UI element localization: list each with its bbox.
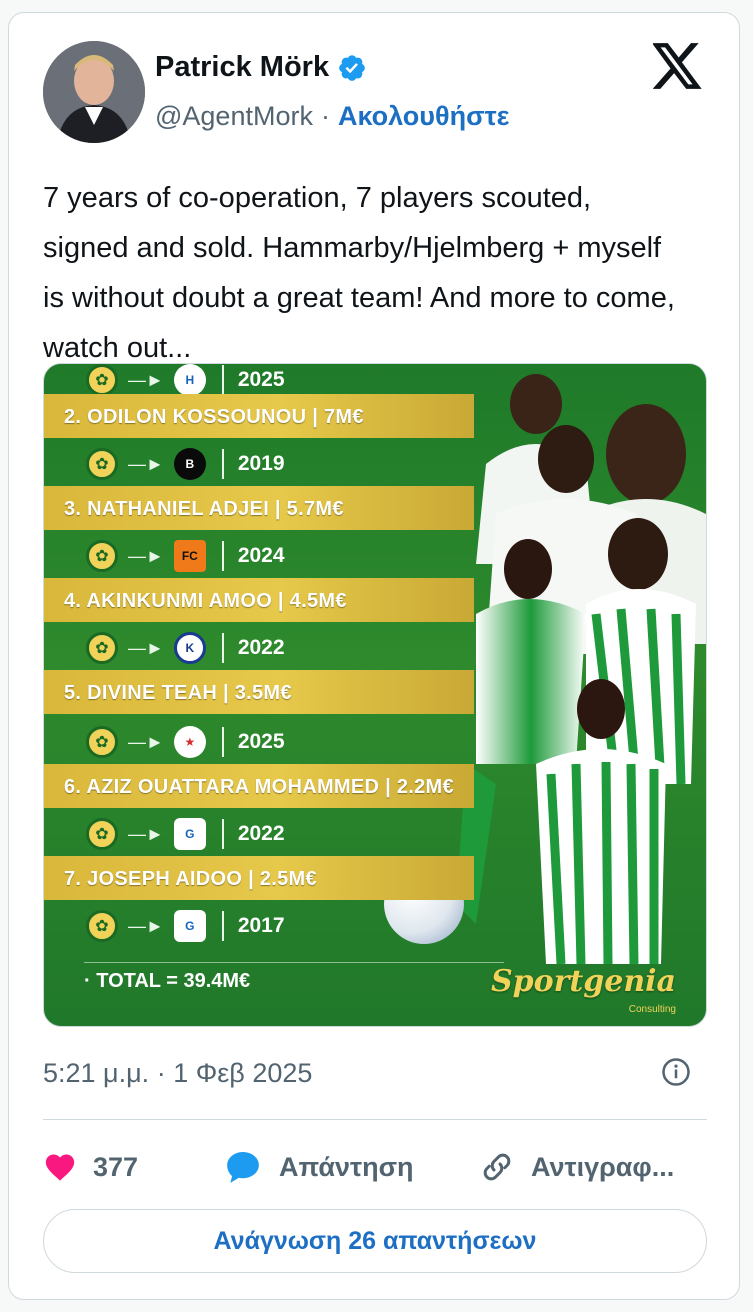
transfer-year: 2025 (237, 730, 285, 753)
like-count: 377 (93, 1151, 139, 1182)
tweet-timestamp[interactable]: 5:21 μ.μ. · 1 Φεβ 2025 (43, 1058, 312, 1089)
club-badge-icon: FC (173, 540, 206, 572)
heart-icon (45, 1154, 75, 1181)
transfer-year: 2022 (237, 822, 285, 845)
link-icon (483, 1153, 511, 1181)
arrow-right-icon: —► (128, 823, 164, 844)
hammarby-badge-icon: ✿ (86, 910, 118, 942)
tweet-time: 5:21 μ.μ. (43, 1058, 150, 1088)
club-badge-icon: H (173, 364, 206, 396)
transfer-row: ✿ —► K 2022 (86, 628, 285, 668)
tweet-card: Patrick Mörk @AgentMork · Ακολουθήστε 7 … (8, 12, 740, 1300)
read-replies-button[interactable]: Ανάγνωση 26 απαντήσεων (43, 1209, 707, 1273)
transfer-year: 2017 (237, 914, 285, 937)
hammarby-badge-icon: ✿ (86, 818, 118, 850)
transfer-year: 2022 (237, 636, 285, 659)
total-divider (84, 962, 504, 963)
copy-label: Αντιγραφ... (531, 1151, 675, 1182)
reply-bubble-icon (227, 1151, 259, 1183)
transfer-row: ✿ —► ★ 2025 (86, 722, 285, 762)
hammarby-badge-icon: ✿ (86, 448, 118, 480)
author-handle[interactable]: @AgentMork (155, 101, 313, 132)
player-label: 6. AZIZ OUATTARA MOHAMMED | 2.2M€ (64, 776, 454, 798)
tweet-media-image[interactable]: ✿ —► H 2025 2. ODILON KOSSOUNOU | 7M€ ✿ … (43, 363, 707, 1027)
player-label: 4. AKINKUNMI AMOO | 4.5M€ (64, 590, 347, 612)
x-logo-icon[interactable] (653, 43, 703, 89)
dot-separator: · (320, 101, 330, 131)
info-icon[interactable] (661, 1057, 691, 1087)
avatar[interactable] (43, 41, 145, 143)
transfer-row: ✿ —► G 2017 (86, 906, 285, 946)
hammarby-badge-icon: ✿ (86, 632, 118, 664)
player-label: 2. ODILON KOSSOUNOU | 7M€ (64, 406, 364, 428)
hammarby-badge-icon: ✿ (86, 540, 118, 572)
brand-logo: Sportgenia (490, 964, 676, 999)
arrow-right-icon: —► (128, 369, 164, 390)
follow-button[interactable]: Ακολουθήστε (338, 101, 509, 132)
transfer-row: ✿ —► B 2019 (86, 444, 285, 484)
dot-separator: · (156, 1058, 166, 1088)
club-badge-icon: B (173, 448, 206, 480)
transfer-row: ✿ —► G 2022 (86, 814, 285, 854)
player-label: 5. DIVINE TEAH | 3.5M€ (64, 682, 292, 704)
tweet-text: 7 years of co-operation, 7 players scout… (43, 182, 675, 364)
author-name[interactable]: Patrick Mörk (155, 51, 329, 84)
club-badge-icon: G (173, 910, 206, 942)
like-button[interactable]: 377 (43, 1150, 223, 1184)
hammarby-badge-icon: ✿ (86, 364, 118, 396)
arrow-right-icon: —► (128, 731, 164, 752)
brand-subtitle: Consulting (628, 1004, 676, 1015)
arrow-right-icon: —► (128, 637, 164, 658)
copy-link-button[interactable]: Αντιγραφ... (479, 1149, 674, 1185)
club-badge-icon: K (173, 632, 206, 664)
divider (43, 1119, 707, 1120)
transfer-year: 2019 (237, 452, 285, 475)
action-bar: 377 Απάντηση Αντιγραφ... (43, 1145, 707, 1189)
total-label: · TOTAL = 39.4M€ (84, 970, 251, 992)
club-badge-icon: ★ (173, 726, 206, 758)
arrow-right-icon: —► (128, 915, 164, 936)
reply-label: Απάντηση (279, 1151, 414, 1182)
player-label: 3. NATHANIEL ADJEI | 5.7M€ (64, 498, 344, 520)
tweet-date: 1 Φεβ 2025 (173, 1058, 313, 1088)
transfer-year: 2025 (237, 368, 285, 391)
transfer-row: ✿ —► FC 2024 (86, 536, 285, 576)
hammarby-badge-icon: ✿ (86, 726, 118, 758)
reply-button[interactable]: Απάντηση (223, 1148, 479, 1186)
player-label: 7. JOSEPH AIDOO | 2.5M€ (64, 868, 317, 890)
verified-badge-icon (339, 54, 365, 81)
club-badge-icon: G (173, 818, 206, 850)
handle-row: @AgentMork · Ακολουθήστε (155, 101, 509, 132)
author-name-row: Patrick Mörk (155, 51, 367, 84)
arrow-right-icon: —► (128, 453, 164, 474)
arrow-right-icon: —► (128, 545, 164, 566)
transfer-year: 2024 (237, 544, 285, 567)
